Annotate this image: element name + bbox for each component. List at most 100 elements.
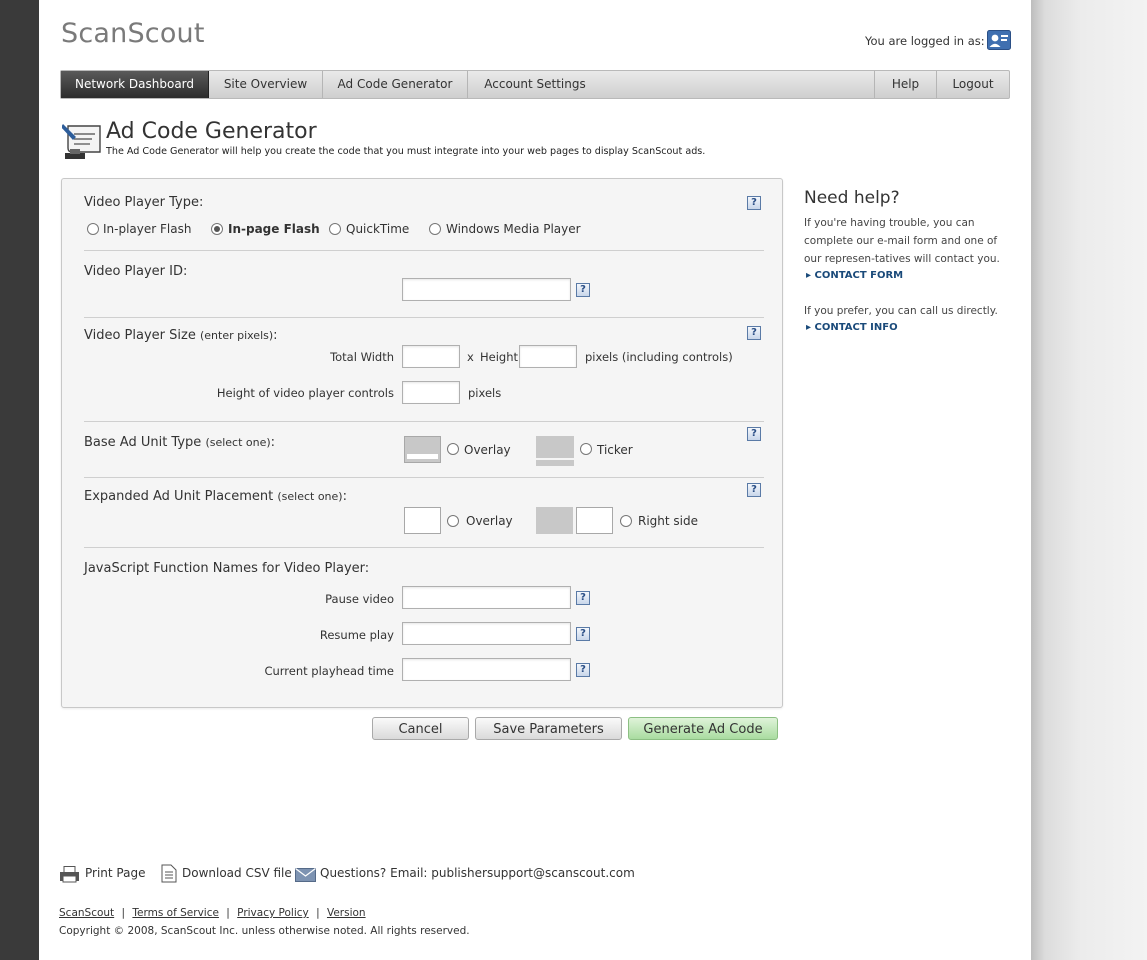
csv-document-icon[interactable] [161,864,177,883]
base-ticker-label: Ticker [597,443,633,457]
generate-ad-code-button[interactable]: Generate Ad Code [628,717,778,740]
nav-logout[interactable]: Logout [936,71,1009,98]
total-width-label: Total Width [330,350,394,364]
download-csv-link[interactable]: Download CSV file [182,866,292,880]
section-divider [84,547,764,548]
nav-account-settings[interactable]: Account Settings [468,71,602,98]
nav-network-dashboard[interactable]: Network Dashboard [61,71,209,98]
current-playhead-time-input[interactable] [402,658,571,681]
option-in-player-flash-label: In-player Flash [103,222,192,236]
footer-link-privacy[interactable]: Privacy Policy [237,907,309,919]
base-ad-unit-label-colon: : [270,435,276,450]
resume-play-input[interactable] [402,622,571,645]
save-parameters-button[interactable]: Save Parameters [475,717,622,740]
expanded-ad-unit-label-text: Expanded Ad Unit Placement [84,489,274,504]
envelope-icon[interactable] [295,868,316,882]
player-size-label-colon: : [273,328,278,343]
player-size-label-text: Video Player Size [84,328,196,343]
cancel-button[interactable]: Cancel [372,717,469,740]
pause-video-label: Pause video [325,592,394,606]
base-ad-unit-label-text: Base Ad Unit Type [84,435,202,450]
pixels-including-controls-label: pixels (including controls) [585,350,733,364]
help-question-icon[interactable]: ? [576,591,590,605]
expanded-right-side-thumbnail [536,507,613,534]
help-question-icon[interactable]: ? [576,663,590,677]
radio-quicktime[interactable] [329,223,341,235]
pause-video-input[interactable] [402,586,571,609]
help-text-phone: If you prefer, you can call us directly. [804,305,998,317]
footer-links: ScanScout | Terms of Service | Privacy P… [59,907,366,919]
contact-form-link-label: CONTACT FORM [814,270,904,281]
help-question-icon[interactable]: ? [576,283,590,297]
section-divider [84,477,764,478]
ticker-ad-thumbnail [536,436,574,466]
main-nav: Network Dashboard Site Overview Ad Code … [60,70,1010,99]
base-ad-unit-label: Base Ad Unit Type (select one): [84,435,275,450]
radio-base-ticker[interactable] [580,443,592,455]
radio-base-overlay[interactable] [447,443,459,455]
support-email-link[interactable]: Questions? Email: publishersupport@scans… [320,866,635,880]
expanded-overlay-label: Overlay [466,514,513,528]
help-question-icon[interactable]: ? [747,483,761,497]
copyright-text: Copyright © 2008, ScanScout Inc. unless … [59,925,470,937]
controls-height-label: Height of video player controls [216,386,394,400]
controls-height-input[interactable] [402,381,460,404]
help-question-icon[interactable]: ? [747,196,761,210]
option-quicktime-label: QuickTime [346,222,410,236]
print-page-link[interactable]: Print Page [85,866,145,880]
scanscout-logo[interactable]: ScanScout [61,18,205,49]
help-question-icon[interactable]: ? [747,326,761,340]
footer-separator: | [226,907,230,919]
player-size-label: Video Player Size (enter pixels): [84,328,278,343]
help-question-icon[interactable]: ? [747,427,761,441]
nav-ad-code-generator[interactable]: Ad Code Generator [323,71,468,98]
height-input[interactable] [519,345,577,368]
page-title: Ad Code Generator [106,119,317,144]
expanded-right-side-label: Right side [638,514,698,528]
radio-expanded-right-side[interactable] [620,515,632,527]
footer-link-version[interactable]: Version [327,907,366,919]
expanded-ad-unit-label-colon: : [342,489,347,504]
section-divider [84,317,764,318]
section-divider [84,250,764,251]
help-text-email: If you're having trouble, you can comple… [804,217,1000,265]
radio-windows-media-player[interactable] [429,223,441,235]
radio-in-player-flash[interactable] [87,223,99,235]
times-sign: x [467,350,474,364]
expanded-ad-unit-label: Expanded Ad Unit Placement (select one): [84,489,347,504]
user-badge-icon[interactable] [987,30,1011,50]
option-in-page-flash-label: In-page Flash [228,222,320,236]
resume-play-label: Resume play [319,628,394,642]
right-background-band [1031,0,1147,960]
contact-info-link-label: CONTACT INFO [814,322,898,333]
section-divider [84,421,764,422]
expanded-overlay-thumbnail [404,507,441,534]
ad-code-form-panel: Video Player Type: ? In-player Flash In-… [61,178,783,708]
base-ad-unit-label-note: (select one) [205,436,271,449]
left-background-band [0,0,39,960]
nav-help[interactable]: Help [874,71,936,98]
player-type-label: Video Player Type: [84,195,204,210]
radio-in-page-flash[interactable] [211,223,223,235]
need-help-title: Need help? [804,188,900,208]
overlay-ad-thumbnail [404,436,441,463]
expanded-ad-unit-label-note: (select one) [277,490,343,503]
player-size-label-note: (enter pixels) [199,329,274,342]
page-container: ScanScout You are logged in as: Network … [39,0,1031,960]
ad-code-generator-icon [62,124,101,159]
option-windows-media-player-label: Windows Media Player [446,222,581,236]
footer-link-scanscout[interactable]: ScanScout [59,907,114,919]
printer-icon[interactable] [59,866,80,883]
total-width-input[interactable] [402,345,460,368]
page-subtitle: The Ad Code Generator will help you crea… [106,146,706,157]
footer-link-terms[interactable]: Terms of Service [132,907,219,919]
help-question-icon[interactable]: ? [576,627,590,641]
player-id-input[interactable] [402,278,571,301]
radio-expanded-overlay[interactable] [447,515,459,527]
contact-info-link[interactable]: ▸ CONTACT INFO [806,322,898,333]
contact-form-link[interactable]: ▸ CONTACT FORM [806,270,903,281]
footer-separator: | [316,907,320,919]
nav-site-overview[interactable]: Site Overview [209,71,323,98]
pixels-label: pixels [468,386,502,400]
height-label: Height [480,350,519,364]
